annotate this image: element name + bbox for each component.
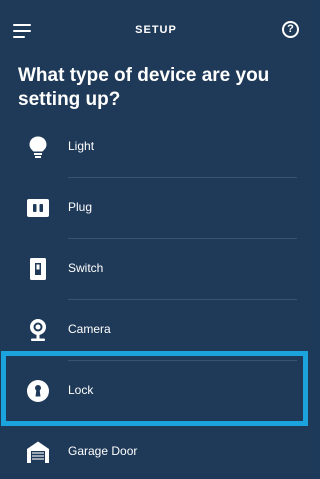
device-label-switch: Switch: [68, 261, 104, 275]
page-title: What type of device are you setting up?: [18, 65, 270, 110]
garage-door-icon: [26, 440, 50, 464]
device-label-plug: Plug: [68, 200, 93, 214]
header-title: SETUP: [135, 24, 177, 36]
device-item-switch[interactable]: Switch: [0, 239, 312, 300]
device-item-light[interactable]: Light: [0, 117, 312, 178]
plug-icon: [26, 196, 50, 220]
setup-screen: SETUP ? What type of device are you sett…: [0, 0, 312, 479]
switch-icon: [26, 257, 50, 281]
lightbulb-icon: [26, 135, 50, 159]
help-icon[interactable]: ?: [282, 21, 299, 38]
device-label-garage-door: Garage Door: [68, 444, 138, 458]
device-label-light: Light: [68, 139, 95, 153]
device-label-lock: Lock: [68, 383, 94, 397]
header: SETUP ?: [0, 0, 312, 62]
device-item-plug[interactable]: Plug: [0, 178, 312, 239]
camera-icon: [26, 318, 50, 342]
device-item-camera[interactable]: Camera: [0, 300, 312, 361]
device-list: Light Plug Switch Camera Lock Garage Doo…: [0, 117, 312, 479]
device-label-camera: Camera: [68, 322, 111, 336]
lock-icon: [26, 379, 50, 403]
device-item-lock[interactable]: Lock: [0, 361, 312, 422]
device-item-garage-door[interactable]: Garage Door: [0, 422, 312, 479]
